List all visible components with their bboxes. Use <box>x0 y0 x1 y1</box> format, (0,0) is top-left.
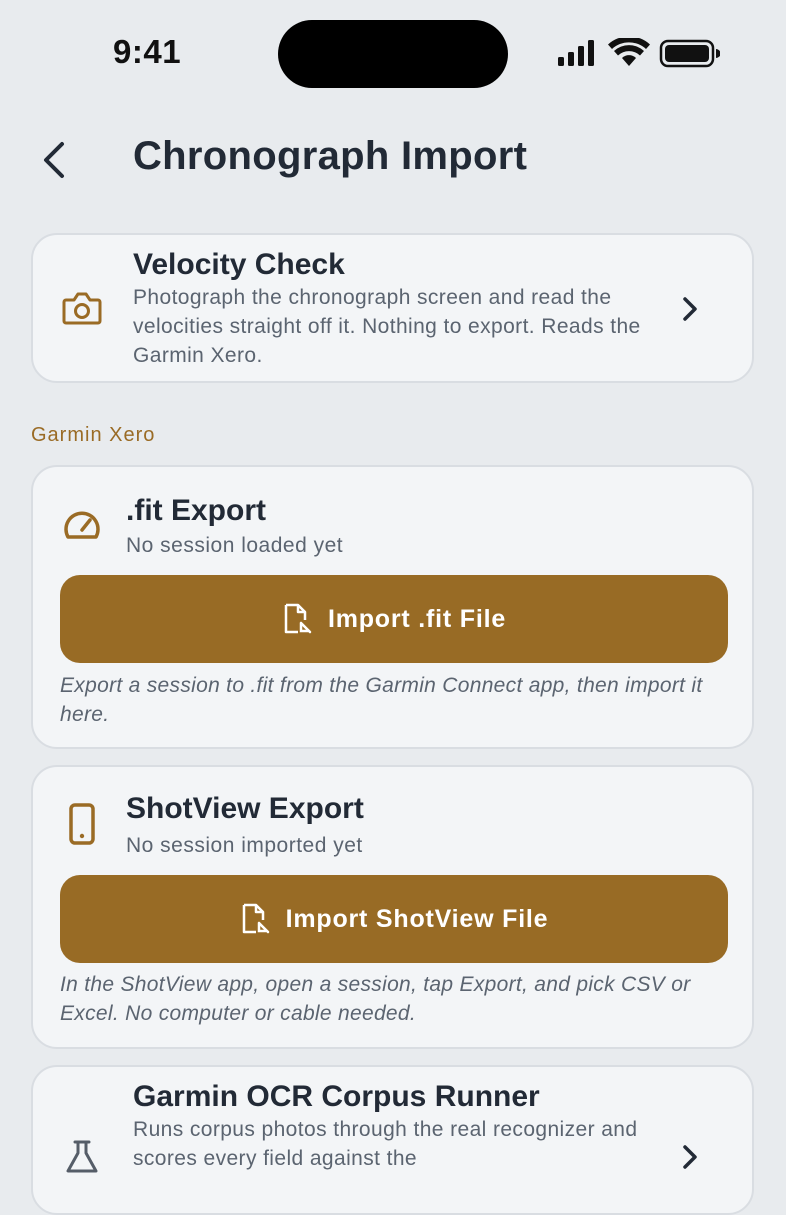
ocr-corpus-runner-card[interactable]: Garmin OCR Corpus Runner Runs corpus pho… <box>31 1065 754 1215</box>
velocity-check-card[interactable]: Velocity Check Photograph the chronograp… <box>31 233 754 383</box>
import-fit-file-label: Import .fit File <box>327 604 507 633</box>
dynamic-island <box>278 20 508 88</box>
chevron-right-icon <box>683 1145 697 1169</box>
velocity-check-title: Velocity Check <box>133 248 345 281</box>
ocr-corpus-runner-title: Garmin OCR Corpus Runner <box>133 1080 540 1113</box>
fit-export-card: .fit Export No session loaded yet Import… <box>31 465 754 749</box>
battery-icon <box>659 39 720 68</box>
navigation-bar: Chronograph Import <box>0 120 786 200</box>
chevron-right-icon <box>683 297 697 321</box>
flask-icon <box>66 1140 98 1173</box>
file-import-icon <box>284 603 312 634</box>
import-fit-file-button[interactable]: Import .fit File <box>60 575 728 663</box>
phone-icon <box>69 803 95 845</box>
section-label-garmin-xero: Garmin Xero <box>31 424 156 446</box>
velocity-check-description: Photograph the chronograph screen and re… <box>133 286 641 367</box>
status-time: 9:41 <box>113 33 182 70</box>
shotview-export-status: No session imported yet <box>126 834 363 857</box>
back-chevron-icon[interactable] <box>36 138 76 182</box>
wifi-icon <box>608 38 650 66</box>
fit-export-help: Export a session to .fit from the Garmin… <box>60 674 703 726</box>
status-icons <box>558 38 720 68</box>
speedometer-icon <box>64 511 100 539</box>
fit-export-title: .fit Export <box>126 494 266 527</box>
status-bar: 9:41 <box>0 0 786 105</box>
file-import-icon <box>242 903 269 934</box>
shotview-export-card: ShotView Export No session imported yet … <box>31 765 754 1049</box>
fit-export-status: No session loaded yet <box>126 534 344 557</box>
signal-icon <box>558 40 594 66</box>
import-shotview-file-label: Import ShotView File <box>285 904 549 933</box>
ocr-corpus-runner-description: Runs corpus photos through the real reco… <box>133 1118 638 1170</box>
page-title: Chronograph Import <box>133 134 528 178</box>
shotview-export-title: ShotView Export <box>126 792 364 825</box>
camera-icon <box>62 292 102 325</box>
import-shotview-file-button[interactable]: Import ShotView File <box>60 875 728 963</box>
shotview-export-help: In the ShotView app, open a session, tap… <box>60 973 691 1025</box>
